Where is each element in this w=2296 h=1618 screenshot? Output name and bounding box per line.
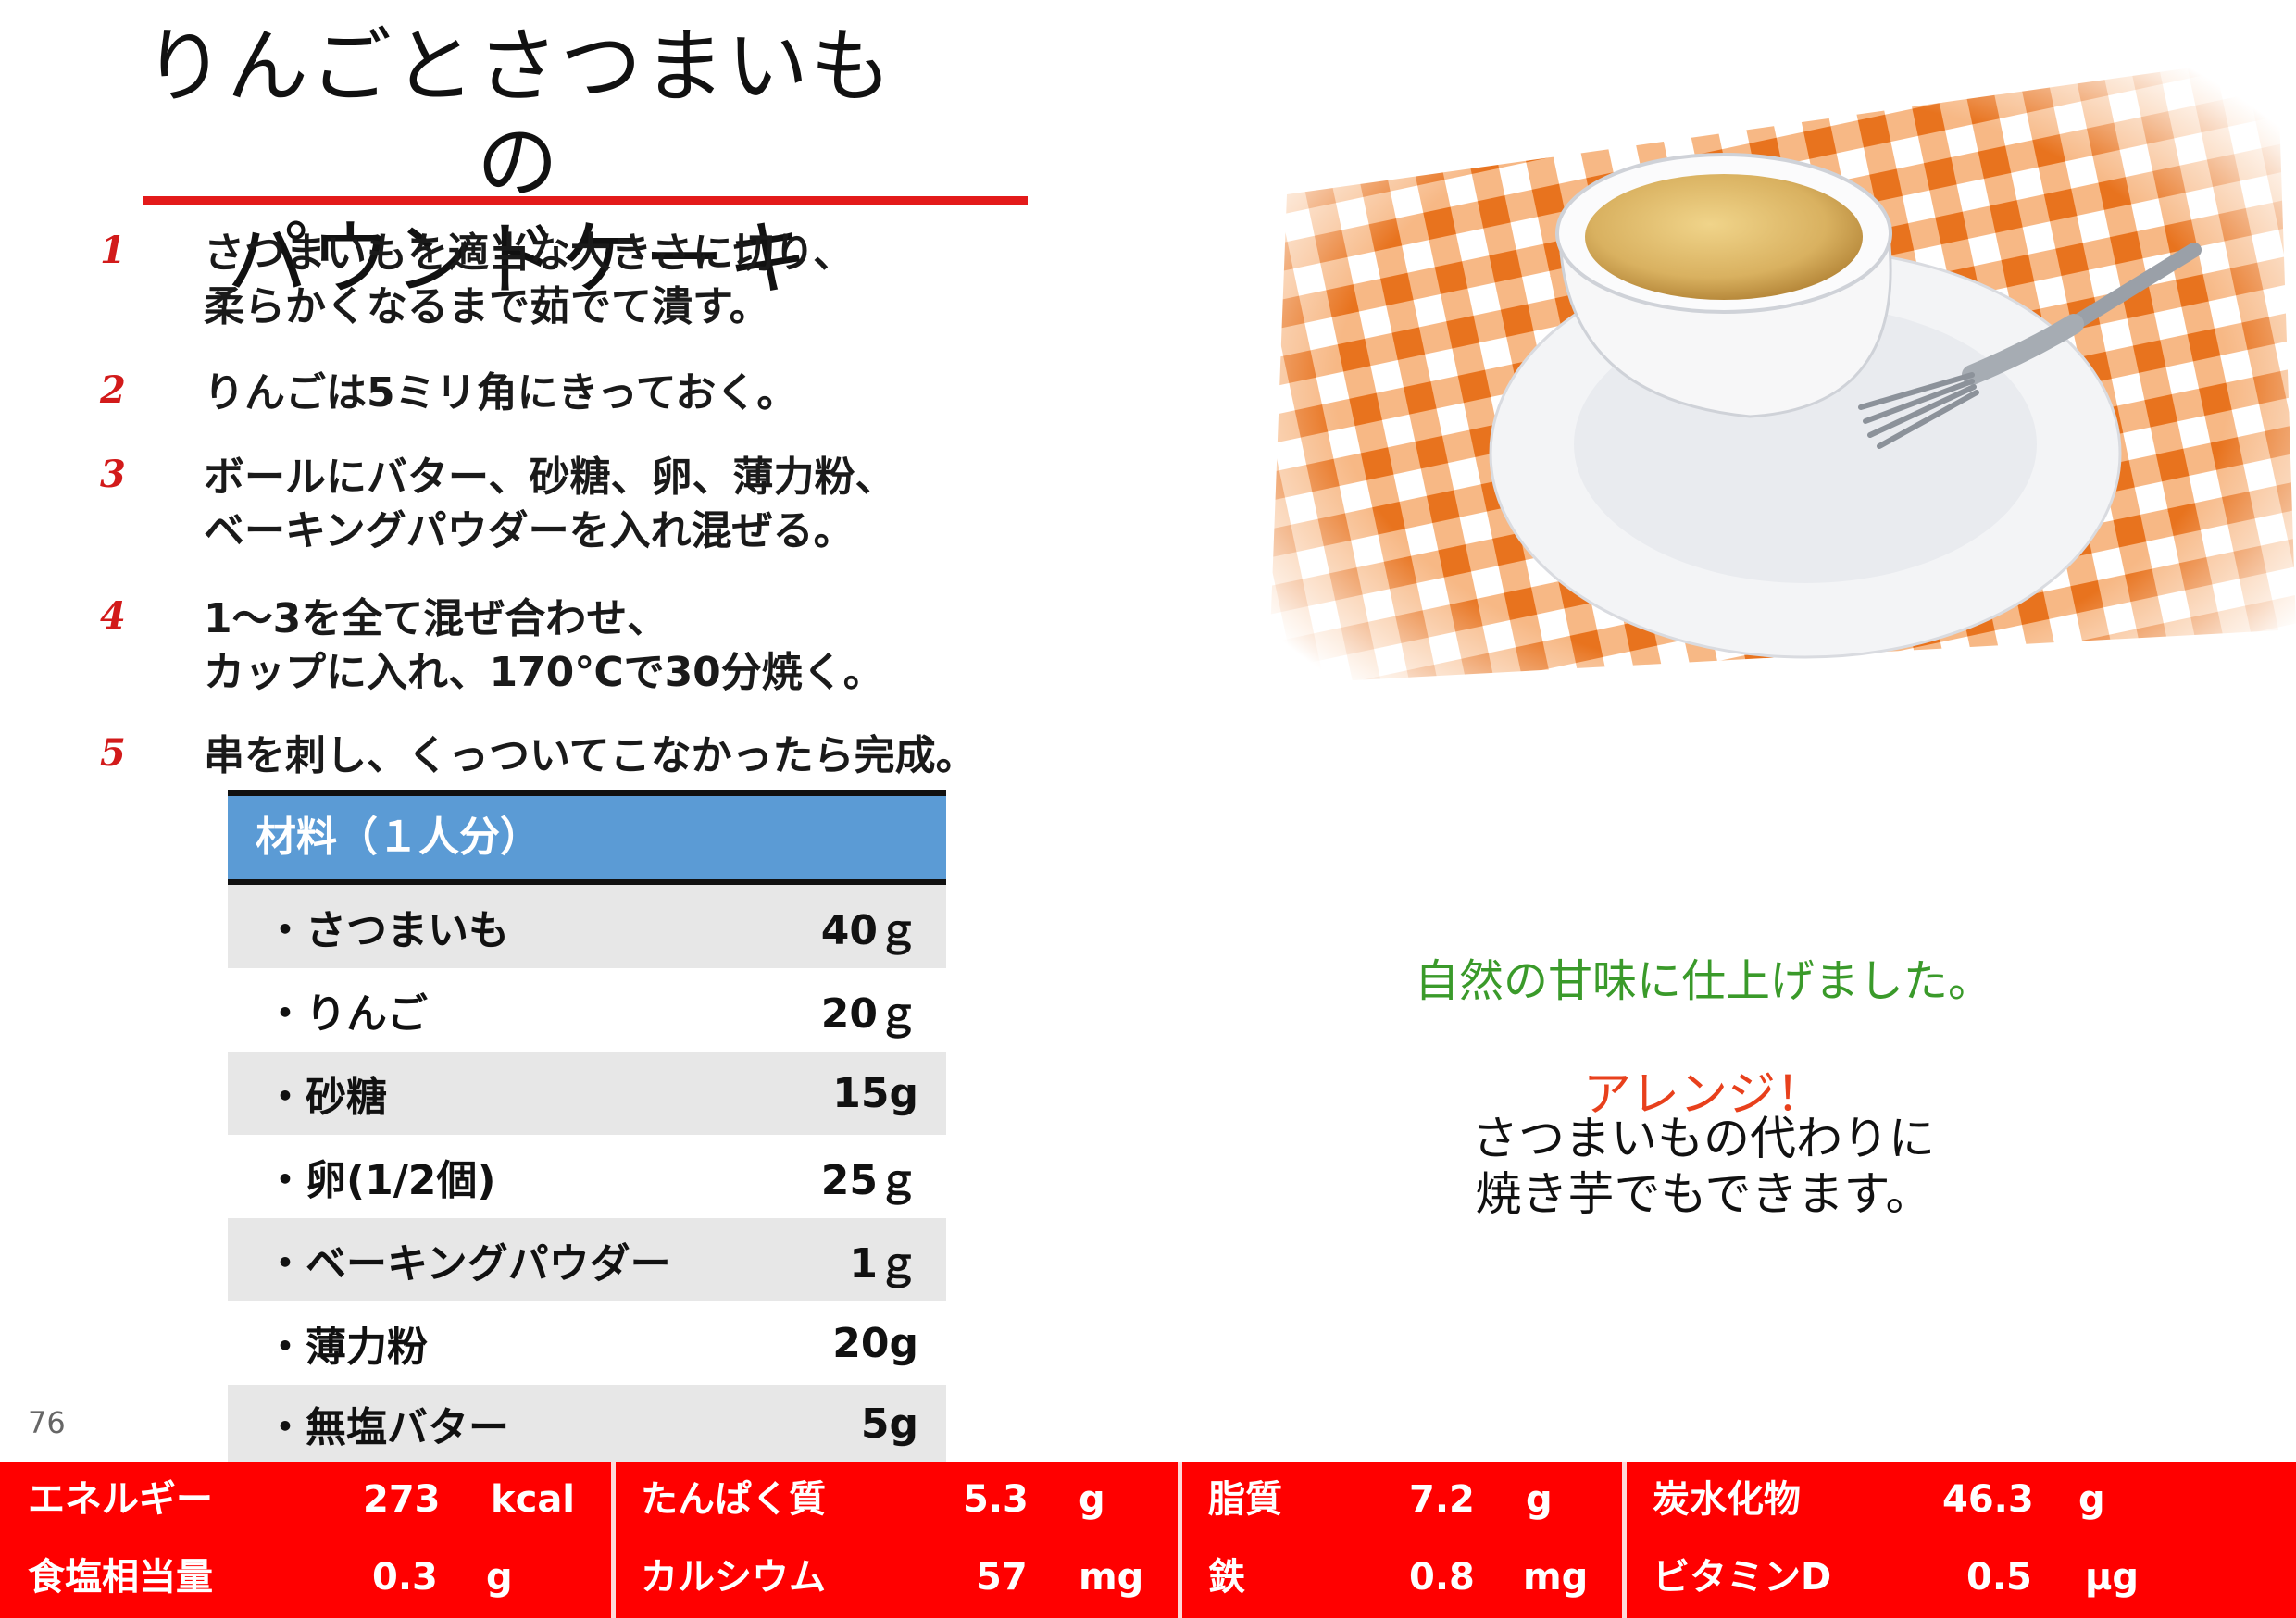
ingredient-name: ・りんご [265, 990, 428, 1038]
recipe-title-line1: りんごとさつまいもの [143, 19, 893, 210]
nutrition-value: 57 [976, 1556, 1028, 1599]
nutrition-value: 46.3 [1942, 1478, 2034, 1521]
nutrition-bar: エネルギー 273 kcal たんぱく質 5.3 g 脂質 7.2 g 炭水化物… [0, 1462, 2296, 1618]
ingredient-amount: 40ｇ [820, 907, 918, 954]
step-text-line: カップに入れ、170℃で30分焼く。 [204, 649, 884, 696]
title-underline [144, 196, 1028, 205]
nutrition-divider [1622, 1462, 1627, 1618]
ingredient-name: ・無塩バター [265, 1404, 509, 1451]
step-text: 1～3を全て混ぜ合わせ、 カップに入れ、170℃で30分焼く。 [204, 592, 1111, 700]
nutrition-unit: g [486, 1556, 513, 1599]
nutrition-unit: g [2078, 1478, 2105, 1521]
step-text-line: 1～3を全て混ぜ合わせ、 [204, 595, 668, 642]
step-number: 2 [100, 368, 126, 412]
nutrition-unit: μg [2085, 1556, 2140, 1599]
nutrition-unit: mg [1523, 1556, 1589, 1599]
nutrition-value: 0.5 [1966, 1556, 2032, 1599]
step-number: 5 [100, 731, 126, 775]
nutrition-label: 炭水化物 [1653, 1478, 1801, 1521]
ingredient-name: ・さつまいも [265, 907, 509, 954]
ingredient-row: ・りんご 20ｇ [228, 968, 946, 1052]
step-text: ボールにバター、砂糖、卵、薄力粉、 ベーキングパウダーを入れ混ぜる。 [204, 451, 1111, 558]
nutrition-unit: kcal [491, 1478, 576, 1521]
nutrition-value: 273 [363, 1478, 441, 1521]
ingredient-row: ・卵(1/2個) 25ｇ [228, 1135, 946, 1218]
cake-photo-illustration [1268, 19, 2296, 685]
step-number: 4 [100, 594, 126, 638]
ingredient-name: ・ベーキングパウダー [265, 1240, 671, 1288]
page-number: 76 [28, 1405, 66, 1440]
step-text: 串を刺し、くっついてこなかったら完成。 [204, 729, 1111, 783]
step-text-line: さつまいもを適当な大きさに切り、 [204, 230, 855, 277]
nutrition-label: カルシウム [641, 1556, 826, 1599]
ingredient-name: ・卵(1/2個) [265, 1157, 496, 1204]
ingredient-row: ・無塩バター 5g [228, 1385, 946, 1468]
ingredient-amount: 20ｇ [820, 990, 918, 1038]
nutrition-divider [1178, 1462, 1182, 1618]
nutrition-label: 鉄 [1208, 1556, 1245, 1599]
note-arrange-body: さつまいもの代わりに 焼き芋でもできます。 [1204, 1111, 2203, 1222]
note-arrange-line: 焼き芋でもできます。 [1475, 1167, 1932, 1221]
nutrition-unit: mg [1079, 1556, 1144, 1599]
nutrition-label: 脂質 [1208, 1478, 1282, 1521]
nutrition-unit: g [1079, 1478, 1105, 1521]
ingredient-amount: 15g [832, 1069, 918, 1117]
step-number: 1 [100, 229, 126, 272]
note-natural-sweetness: 自然の甘味に仕上げました。 [1414, 955, 1992, 1007]
ingredient-amount: 5g [860, 1400, 918, 1448]
nutrition-unit: g [1526, 1478, 1553, 1521]
nutrition-label: 食塩相当量 [28, 1556, 213, 1599]
nutrition-value: 7.2 [1409, 1478, 1475, 1521]
ingredients-header: 材料（１人分） [228, 790, 946, 885]
nutrition-label: エネルギー [28, 1478, 213, 1521]
ingredient-row: ・薄力粉 20g [228, 1301, 946, 1385]
ingredient-row: ・砂糖 15g [228, 1052, 946, 1135]
nutrition-label: ビタミンD [1653, 1556, 1832, 1599]
recipe-photo [1268, 19, 2296, 685]
nutrition-divider [611, 1462, 616, 1618]
step-number: 3 [100, 453, 126, 496]
ingredient-amount: 25ｇ [820, 1157, 918, 1204]
step-text: りんごは5ミリ角にきっておく。 [204, 367, 1111, 420]
step-text-line: 串を刺し、くっついてこなかったら完成。 [204, 732, 977, 779]
nutrition-label: たんぱく質 [641, 1478, 826, 1521]
ingredient-name: ・砂糖 [265, 1074, 387, 1121]
step-text-line: ベーキングパウダーを入れ混ぜる。 [204, 507, 855, 554]
ingredient-name: ・薄力粉 [265, 1324, 428, 1371]
step-text-line: ボールにバター、砂糖、卵、薄力粉、 [204, 454, 896, 501]
step-text: さつまいもを適当な大きさに切り、 柔らかくなるまで茹でて潰す。 [204, 227, 1111, 334]
ingredients-table: 材料（１人分） ・さつまいも 40ｇ ・りんご 20ｇ ・砂糖 15g ・卵(1… [228, 790, 946, 1468]
ingredient-amount: 1ｇ [849, 1240, 918, 1288]
nutrition-value: 5.3 [963, 1478, 1029, 1521]
ingredient-amount: 20g [832, 1319, 918, 1367]
step-text-line: 柔らかくなるまで茹でて潰す。 [204, 283, 770, 330]
ingredient-row: ・ベーキングパウダー 1ｇ [228, 1218, 946, 1301]
note-arrange-line: さつまいもの代わりに [1472, 1112, 1935, 1165]
step-text-line: りんごは5ミリ角にきっておく。 [204, 369, 798, 417]
nutrition-value: 0.8 [1409, 1556, 1475, 1599]
ingredient-row: ・さつまいも 40ｇ [228, 885, 946, 968]
nutrition-value: 0.3 [372, 1556, 438, 1599]
